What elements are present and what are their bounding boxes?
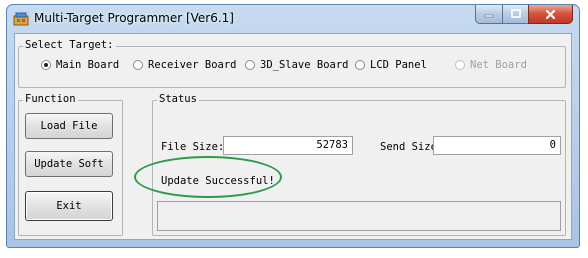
radio-label: LCD Panel: [370, 59, 427, 71]
load-file-button[interactable]: Load File: [25, 113, 113, 139]
radio-label: Receiver Board: [148, 59, 237, 71]
select-target-label: Select Target:: [23, 39, 116, 51]
client-area: Select Target: Main Board Receiver Board…: [14, 33, 572, 240]
radio-indicator: [41, 60, 51, 70]
app-icon: [13, 12, 29, 26]
status-label: Status: [157, 93, 199, 105]
select-target-group: Select Target: Main Board Receiver Board…: [18, 39, 566, 88]
function-label: Function: [23, 93, 78, 105]
maximize-button[interactable]: [502, 5, 528, 24]
send-size-label: Send Size: [380, 141, 437, 153]
caption-buttons: [475, 5, 573, 24]
radio-label: Main Board: [56, 59, 120, 71]
window-title: Multi-Target Programmer [Ver6.1]: [34, 11, 234, 25]
file-size-field[interactable]: 52783: [223, 136, 353, 155]
update-soft-button[interactable]: Update Soft: [25, 151, 113, 177]
radio-indicator: [245, 60, 255, 70]
radio-lcd-panel[interactable]: LCD Panel: [355, 59, 427, 71]
radio-indicator: [133, 60, 143, 70]
radio-3d-slave-board[interactable]: 3D_Slave Board: [245, 59, 349, 71]
close-button[interactable]: [528, 5, 573, 24]
radio-label: Net Board: [470, 59, 527, 71]
radio-main-board[interactable]: Main Board: [41, 59, 119, 71]
minimize-icon: [484, 14, 494, 18]
app-window: Multi-Target Programmer [Ver6.1] Select …: [6, 4, 580, 248]
send-size-field[interactable]: 0: [433, 136, 561, 155]
radio-net-board: Net Board: [455, 59, 527, 71]
exit-button[interactable]: Exit: [25, 191, 113, 221]
close-icon: [545, 9, 556, 19]
radio-receiver-board[interactable]: Receiver Board: [133, 59, 237, 71]
title-bar[interactable]: Multi-Target Programmer [Ver6.1]: [7, 5, 579, 33]
highlight-ellipse: [134, 156, 282, 198]
file-size-label: File Size:: [161, 141, 225, 153]
maximize-icon: [510, 9, 521, 18]
radio-indicator: [455, 60, 465, 70]
minimize-button[interactable]: [475, 5, 502, 24]
radio-label: 3D_Slave Board: [260, 59, 349, 71]
radio-indicator: [355, 60, 365, 70]
output-box: [157, 201, 561, 231]
function-group: Function Load File Update Soft Exit: [18, 93, 123, 236]
